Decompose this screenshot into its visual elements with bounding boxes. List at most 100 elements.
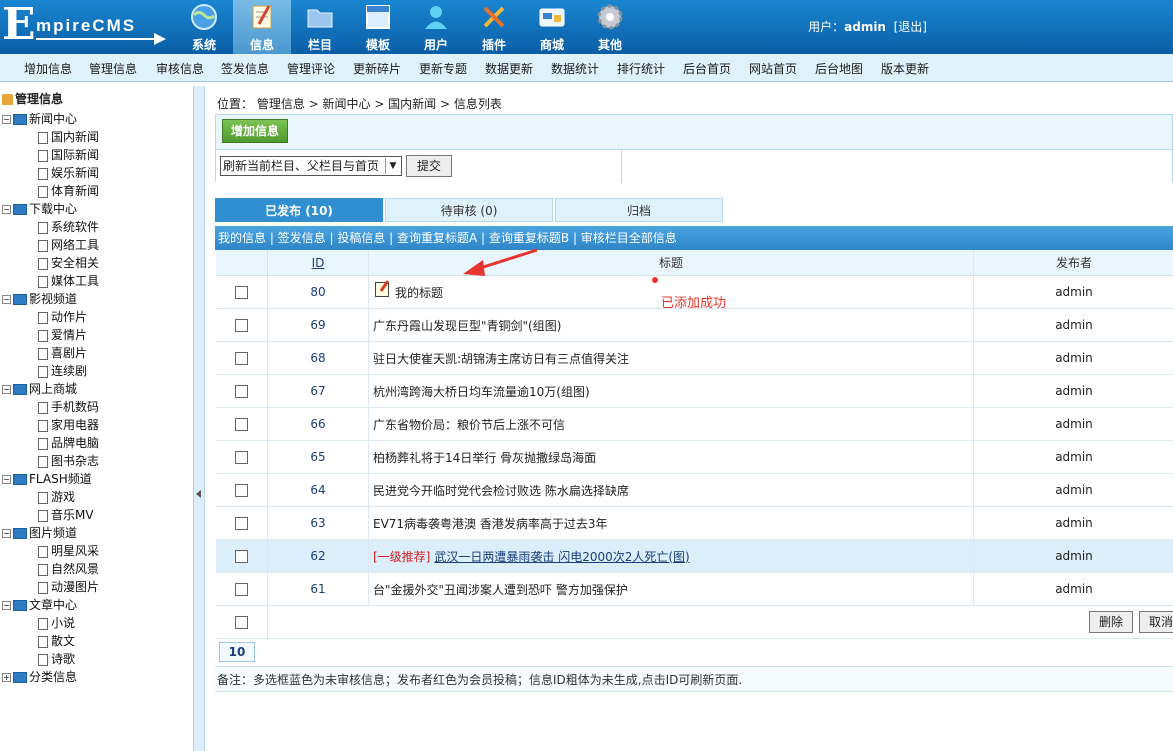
row-title[interactable]: 我的标题 — [369, 276, 974, 308]
page-number[interactable]: 10 — [219, 642, 255, 662]
tree-leaf[interactable]: 喜剧片 — [38, 344, 87, 361]
row-title[interactable]: [一级推荐] 武汉一日两遭暴雨袭击 闪电2000次2人死亡(图) — [369, 540, 974, 572]
submenu-item[interactable]: 更新专题 — [419, 60, 467, 77]
row-id[interactable]: 63 — [268, 507, 369, 539]
submenu-item[interactable]: 审核信息 — [156, 60, 204, 77]
row-checkbox[interactable] — [235, 384, 248, 398]
topnav-window[interactable]: 模板 — [349, 0, 407, 54]
expand-toggle-icon: − — [2, 475, 11, 484]
tree-leaf[interactable]: 小说 — [38, 614, 75, 631]
row-title[interactable]: EV71病毒袭粤港澳 香港发病率高于过去3年 — [369, 507, 974, 539]
submenu-item[interactable]: 后台首页 — [683, 60, 731, 77]
add-info-button[interactable]: 增加信息 — [222, 119, 288, 143]
tree-category[interactable]: − 文章中心 — [2, 596, 77, 613]
row-id[interactable]: 80 — [268, 276, 369, 308]
tree-leaf[interactable]: 音乐MV — [38, 506, 94, 523]
topnav-globe[interactable]: 系统 — [175, 0, 233, 54]
tree-category[interactable]: − 网上商城 — [2, 380, 77, 397]
tree-category[interactable]: − 下载中心 — [2, 200, 77, 217]
sidebar-toggle[interactable] — [194, 86, 205, 751]
topnav-notepad[interactable]: 信息 — [233, 0, 291, 54]
row-checkbox[interactable] — [235, 516, 248, 530]
tree-leaf[interactable]: 媒体工具 — [38, 272, 99, 289]
tree-leaf[interactable]: 连续剧 — [38, 362, 87, 379]
status-tab[interactable]: 归档 — [555, 198, 723, 222]
tree-leaf[interactable]: 诗歌 — [38, 650, 75, 667]
tree-leaf[interactable]: 家用电器 — [38, 416, 99, 433]
row-id[interactable]: 61 — [268, 573, 369, 605]
tree-leaf[interactable]: 国际新闻 — [38, 146, 99, 163]
row-checkbox[interactable] — [235, 483, 248, 497]
row-checkbox[interactable] — [235, 285, 248, 299]
tree-leaf[interactable]: 自然风景 — [38, 560, 99, 577]
tree-category[interactable]: − 新闻中心 — [2, 110, 77, 127]
topnav-tools[interactable]: 插件 — [465, 0, 523, 54]
row-id[interactable]: 66 — [268, 408, 369, 440]
row-checkbox[interactable] — [235, 549, 248, 563]
tree-leaf[interactable]: 国内新闻 — [38, 128, 99, 145]
submenu-item[interactable]: 排行统计 — [617, 60, 665, 77]
row-title[interactable]: 驻日大使崔天凯:胡锦涛主席访日有三点值得关注 — [369, 342, 974, 374]
tree-category[interactable]: + 分类信息 — [2, 668, 77, 685]
row-checkbox[interactable] — [235, 450, 248, 464]
topnav-card[interactable]: 商城 — [523, 0, 581, 54]
row-id[interactable]: 62 — [268, 540, 369, 572]
tree-leaf[interactable]: 图书杂志 — [38, 452, 99, 469]
topnav-user[interactable]: 用户 — [407, 0, 465, 54]
tree-leaf[interactable]: 娱乐新闻 — [38, 164, 99, 181]
tree-leaf[interactable]: 爱情片 — [38, 326, 87, 343]
tree-leaf[interactable]: 游戏 — [38, 488, 75, 505]
tree-category[interactable]: − 影视频道 — [2, 290, 77, 307]
tree-root[interactable]: 管理信息 — [2, 90, 63, 107]
submenu-item[interactable]: 签发信息 — [221, 60, 269, 77]
submenu-item[interactable]: 增加信息 — [24, 60, 72, 77]
tree-leaf[interactable]: 散文 — [38, 632, 75, 649]
submenu-item[interactable]: 管理评论 — [287, 60, 335, 77]
tree-leaf[interactable]: 网络工具 — [38, 236, 99, 253]
topnav-gear[interactable]: 其他 — [581, 0, 639, 54]
tree-leaf[interactable]: 动漫图片 — [38, 578, 99, 595]
tree-leaf[interactable]: 手机数码 — [38, 398, 99, 415]
refresh-select[interactable]: 刷新当前栏目、父栏目与首页 ▼ — [220, 156, 402, 176]
row-title[interactable]: 广东省物价局：粮价节后上涨不可信 — [369, 408, 974, 440]
row-title[interactable]: 广东丹霞山发现巨型"青铜剑"(组图) — [369, 309, 974, 341]
tree-leaf[interactable]: 安全相关 — [38, 254, 99, 271]
row-title[interactable]: 柏杨葬礼将于14日举行 骨灰抛撒绿岛海面 — [369, 441, 974, 473]
submenu-item[interactable]: 更新碎片 — [353, 60, 401, 77]
row-title[interactable]: 台"金援外交"丑闻涉案人遭到恐吓 警方加强保护 — [369, 573, 974, 605]
tree-leaf[interactable]: 动作片 — [38, 308, 87, 325]
row-title[interactable]: 民进党今开临时党代会检讨败选 陈水扁选择缺席 — [369, 474, 974, 506]
submenu-item[interactable]: 版本更新 — [881, 60, 929, 77]
row-id[interactable]: 69 — [268, 309, 369, 341]
submit-button[interactable]: 提交 — [406, 155, 452, 177]
row-checkbox[interactable] — [235, 351, 248, 365]
status-tab[interactable]: 待审核 (0) — [385, 198, 553, 222]
row-id[interactable]: 65 — [268, 441, 369, 473]
tree-category[interactable]: − 图片频道 — [2, 524, 77, 541]
row-checkbox[interactable] — [235, 318, 248, 332]
tree-leaf[interactable]: 体育新闻 — [38, 182, 99, 199]
tree-leaf[interactable]: 明星风采 — [38, 542, 99, 559]
submenu-item[interactable]: 网站首页 — [749, 60, 797, 77]
filter-links[interactable]: 我的信息 | 签发信息 | 投稿信息 | 查询重复标题A | 查询重复标题B |… — [215, 226, 1173, 250]
tree-leaf[interactable]: 系统软件 — [38, 218, 99, 235]
id-header[interactable]: ID — [268, 250, 369, 275]
row-id[interactable]: 68 — [268, 342, 369, 374]
row-checkbox[interactable] — [235, 582, 248, 596]
status-tab[interactable]: 已发布 (10) — [215, 198, 383, 222]
row-id[interactable]: 64 — [268, 474, 369, 506]
logout-link[interactable]: [退出] — [894, 20, 927, 34]
tree-leaf[interactable]: 品牌电脑 — [38, 434, 99, 451]
submenu-item[interactable]: 数据更新 — [485, 60, 533, 77]
row-title[interactable]: 杭州湾跨海大桥日均车流量逾10万(组图) — [369, 375, 974, 407]
row-id[interactable]: 67 — [268, 375, 369, 407]
submenu-item[interactable]: 后台地图 — [815, 60, 863, 77]
cancel-button[interactable]: 取消 — [1139, 611, 1173, 633]
tree-category[interactable]: − FLASH频道 — [2, 470, 92, 487]
select-all-checkbox[interactable] — [235, 615, 248, 629]
submenu-item[interactable]: 管理信息 — [89, 60, 137, 77]
delete-button[interactable]: 删除 — [1089, 611, 1133, 633]
row-checkbox[interactable] — [235, 417, 248, 431]
submenu-item[interactable]: 数据统计 — [551, 60, 599, 77]
topnav-folder[interactable]: 栏目 — [291, 0, 349, 54]
